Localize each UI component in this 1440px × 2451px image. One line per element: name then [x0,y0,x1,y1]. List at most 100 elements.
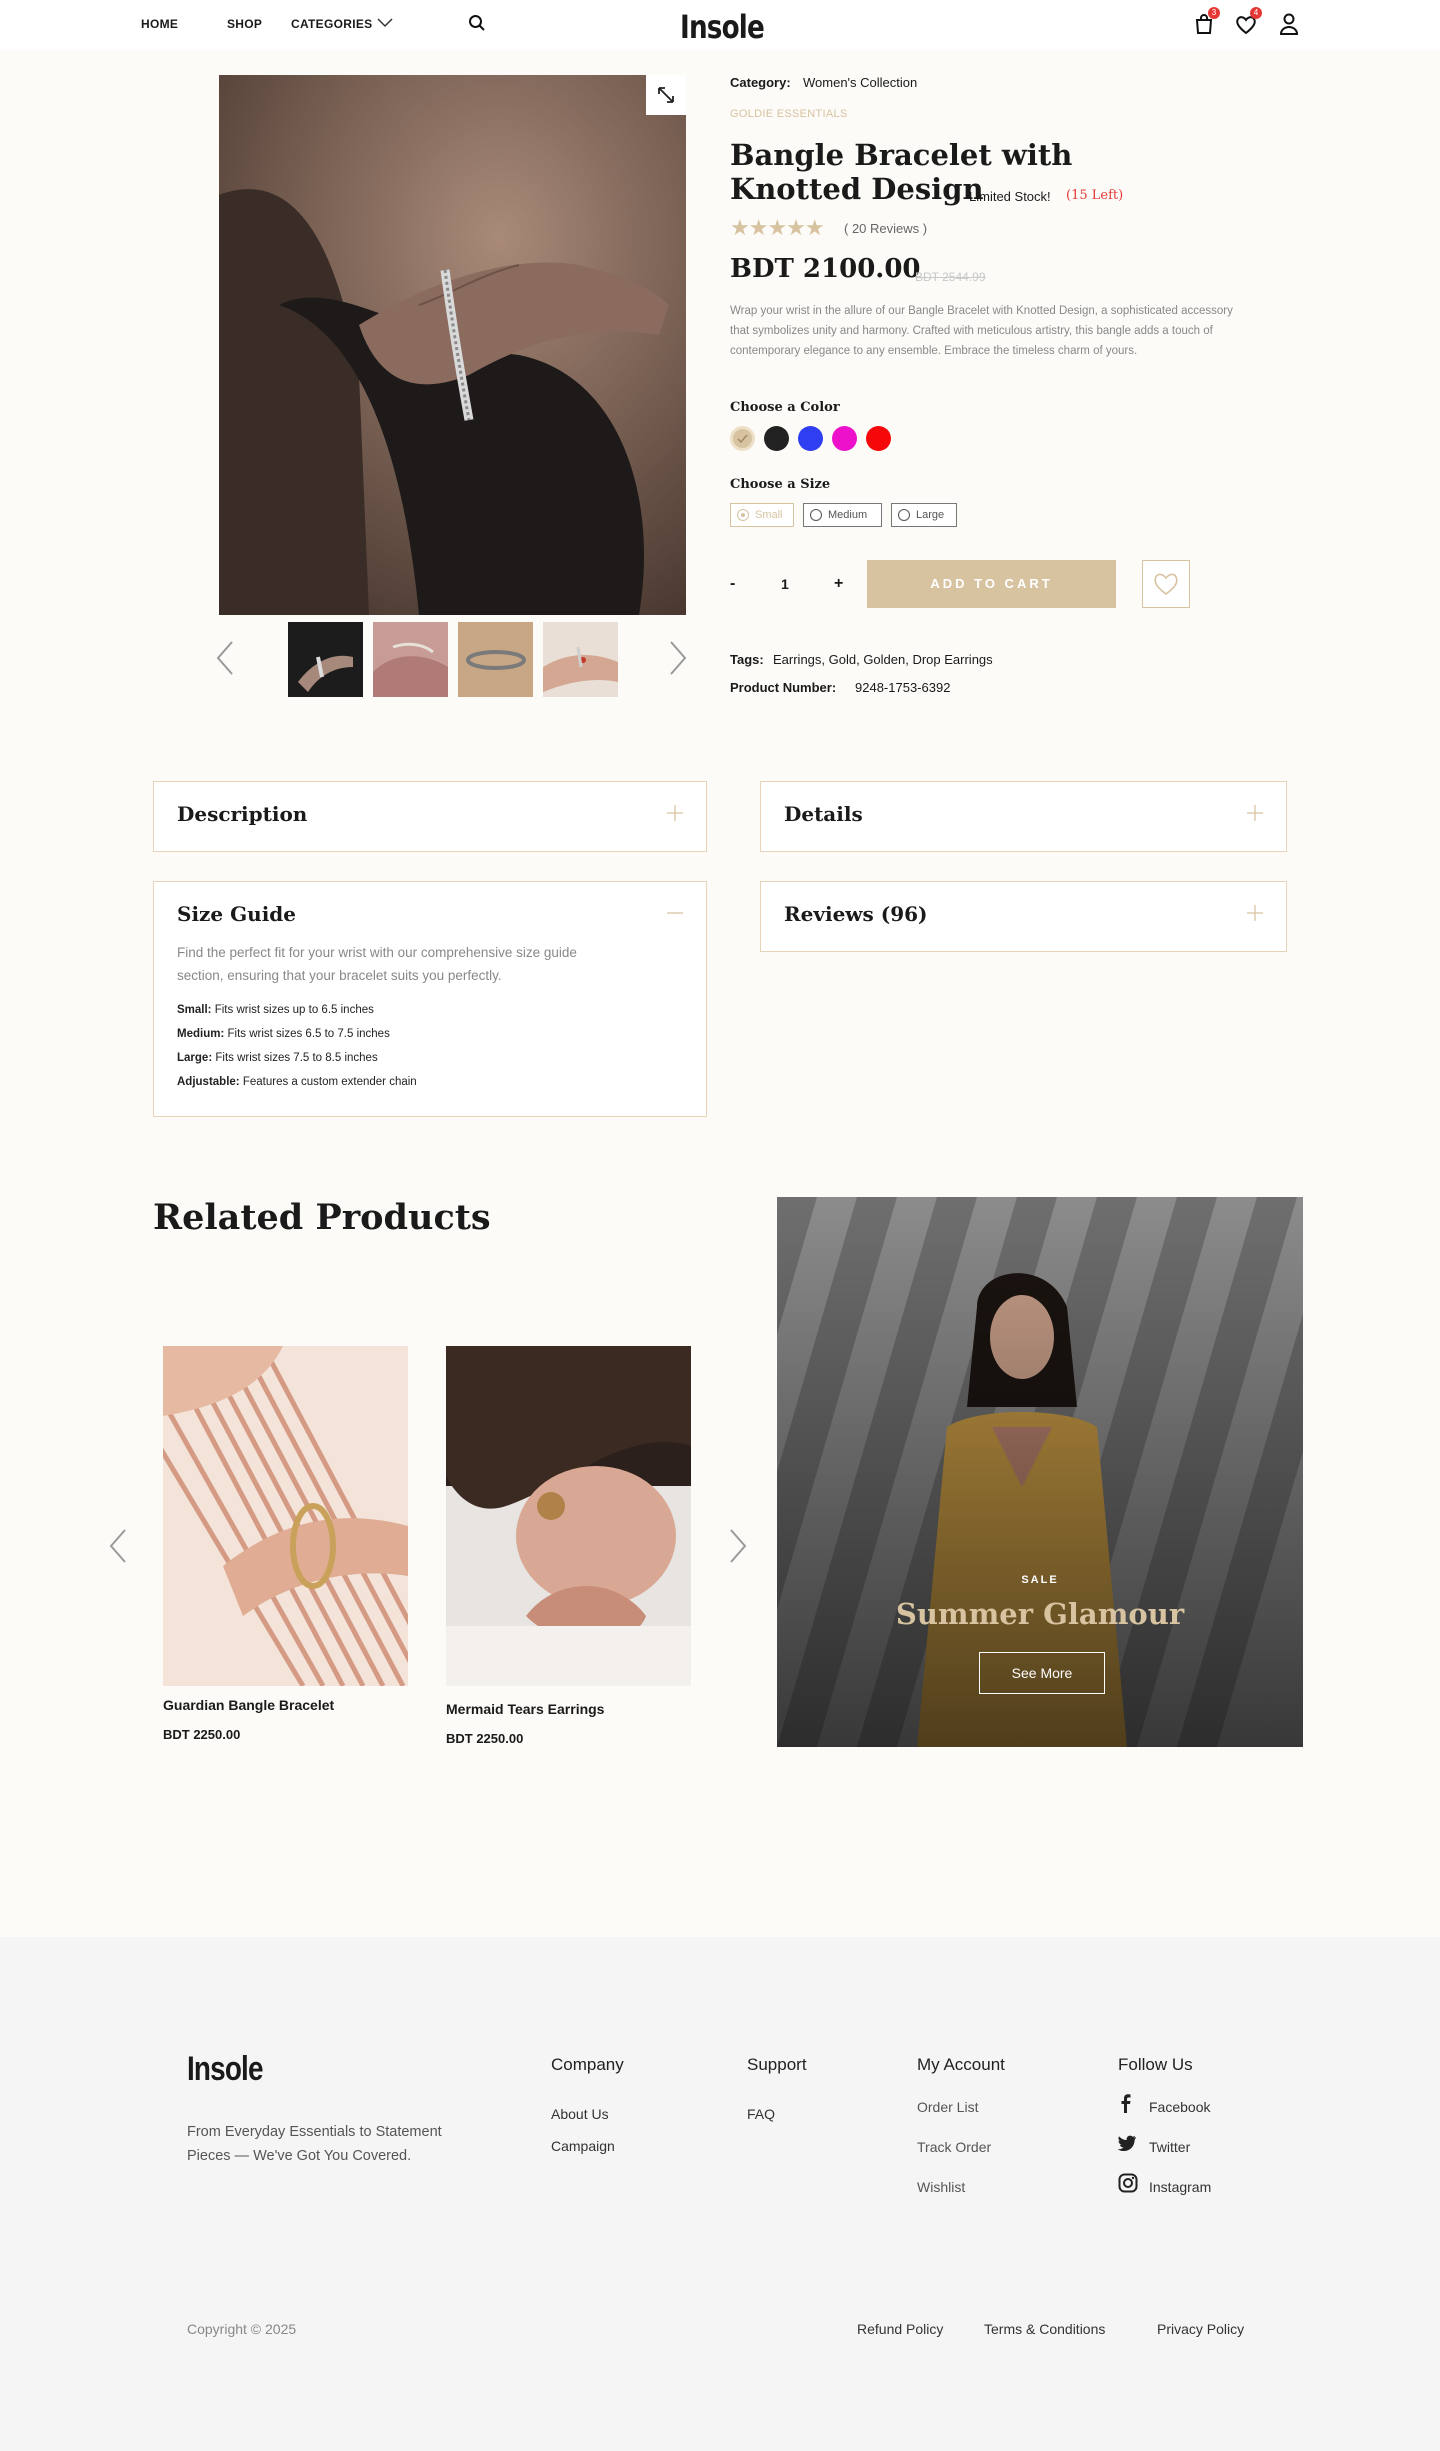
nav-home[interactable]: HOME [141,17,178,31]
facebook-icon[interactable] [1118,2093,1134,2113]
size-guide-item: Adjustable: Features a custom extender c… [177,1076,417,1088]
color-swatch-1[interactable] [730,426,755,451]
footer-link-refund-policy[interactable]: Refund Policy [857,2321,943,2337]
size-guide-item-label: Large: [177,1052,213,1064]
size-guide-item: Small: Fits wrist sizes up to 6.5 inches [177,1004,374,1016]
quantity-decrease-button[interactable]: - [730,575,735,593]
quantity-increase-button[interactable]: + [834,575,843,593]
accordion-description[interactable]: Description [153,781,707,852]
stock-label: Limited Stock! [969,189,1051,204]
search-icon[interactable] [468,14,486,32]
site-logo[interactable]: Insole [680,8,765,46]
footer-link-facebook[interactable]: Facebook [1149,2099,1210,2115]
thumbnail-2[interactable] [373,622,448,697]
collection-label[interactable]: GOLDIE ESSENTIALS [730,108,848,120]
radio-selected-icon [737,509,749,521]
thumbnail-1[interactable] [288,622,363,697]
product-description: Wrap your wrist in the allure of our Ban… [730,305,1233,357]
expand-image-button[interactable] [646,75,686,115]
user-icon [1279,13,1299,35]
color-swatch-5[interactable] [866,426,891,451]
color-swatch-4[interactable] [832,426,857,451]
copyright: Copyright © 2025 [187,2321,297,2337]
size-option-small[interactable]: Small [730,503,794,527]
rating-stars: ★★★★★ [730,215,825,240]
category-value[interactable]: Women's Collection [803,75,917,90]
footer-link-about[interactable]: About Us [551,2106,609,2122]
quantity-value[interactable]: 1 [781,576,789,592]
footer-link-privacy-policy[interactable]: Privacy Policy [1157,2321,1244,2337]
wishlist-button[interactable]: 4 [1233,7,1262,37]
size-guide-intro: Find the perfect fit for your wrist with… [177,945,577,983]
size-guide-item: Large: Fits wrist sizes 7.5 to 8.5 inche… [177,1052,378,1064]
site-footer: Insole From Everyday Essentials to State… [0,1937,1440,2451]
account-button[interactable] [1276,11,1302,37]
size-guide-item-text: Fits wrist sizes 7.5 to 8.5 inches [215,1052,378,1064]
add-to-cart-button[interactable]: ADD TO CART [867,560,1116,608]
footer-link-twitter[interactable]: Twitter [1149,2139,1190,2155]
product-card-name[interactable]: Guardian Bangle Bracelet [163,1697,334,1713]
cart-count-badge: 3 [1208,7,1220,19]
reviews-count[interactable]: ( 20 Reviews ) [844,221,927,236]
product-title-line1: Bangle Bracelet with [730,138,1073,172]
footer-link-instagram[interactable]: Instagram [1149,2179,1211,2195]
accordion-title: Description [177,802,308,826]
product-card-price: BDT 2250.00 [446,1731,524,1746]
size-option-large[interactable]: Large [891,503,957,527]
footer-link-faq[interactable]: FAQ [747,2106,775,2122]
twitter-icon[interactable] [1117,2134,1137,2152]
thumbnail-4[interactable] [543,622,618,697]
color-swatch-2[interactable] [764,426,789,451]
product-number-value: 9248-1753-6392 [855,680,951,695]
chevron-down-icon[interactable] [377,18,393,28]
footer-link-track-order[interactable]: Track Order [917,2139,991,2155]
footer-tagline-line1: From Everyday Essentials to Statement [187,2124,442,2140]
size-guide-item-text: Features a custom extender chain [242,1076,417,1088]
footer-tagline: From Everyday Essentials to Statement Pi… [187,2120,442,2168]
color-label: Choose a Color [730,400,840,415]
product-card-name[interactable]: Mermaid Tears Earrings [446,1701,604,1717]
product-main-image[interactable] [219,75,686,615]
tags-value[interactable]: Earrings, Gold, Golden, Drop Earrings [773,652,993,667]
accordion-size-guide[interactable]: Size Guide Find the perfect fit for your… [153,881,707,1117]
nav-shop[interactable]: SHOP [227,17,262,31]
size-option-medium[interactable]: Medium [803,503,882,527]
next-image-arrow[interactable] [668,640,688,676]
product-card-image[interactable] [446,1346,691,1686]
sale-banner[interactable]: SALE Summer Glamour See More [777,1197,1303,1747]
nav-categories[interactable]: CATEGORIES [291,17,372,31]
size-option-label: Large [916,509,945,521]
expand-icon [658,87,674,103]
footer-link-campaign[interactable]: Campaign [551,2138,615,2154]
wishlist-count-badge: 4 [1250,7,1262,19]
product-card-image[interactable] [163,1346,408,1686]
color-swatch-3[interactable] [798,426,823,451]
footer-link-terms[interactable]: Terms & Conditions [984,2321,1105,2337]
footer-link-wishlist[interactable]: Wishlist [917,2179,965,2195]
thumbnail-3[interactable] [458,622,533,697]
category-label: Category: [730,75,791,90]
add-to-wishlist-button[interactable] [1142,560,1190,608]
next-products-arrow[interactable] [728,1528,748,1564]
footer-support-title: Support [747,2055,807,2074]
minus-icon [667,912,683,914]
prev-image-arrow[interactable] [215,640,235,676]
heart-icon [1154,573,1178,595]
product-price: BDT 2100.00 [730,254,921,284]
size-guide-item-label: Medium: [177,1028,225,1040]
instagram-icon[interactable] [1118,2173,1138,2193]
footer-link-order-list[interactable]: Order List [917,2099,978,2115]
accordion-reviews[interactable]: Reviews (96) [760,881,1287,952]
size-guide-item-text: Fits wrist sizes 6.5 to 7.5 inches [227,1028,390,1040]
size-guide-item-label: Adjustable: [177,1076,240,1088]
accordion-details[interactable]: Details [760,781,1287,852]
plus-icon [1247,805,1263,821]
footer-logo[interactable]: Insole [187,2050,263,2089]
size-guide-item-label: Small: [177,1004,212,1016]
site-header: HOME SHOP CATEGORIES Insole 3 4 [0,0,1440,50]
size-option-label: Small [755,509,783,521]
see-more-button[interactable]: See More [979,1652,1105,1694]
accordion-title: Size Guide [177,902,297,926]
cart-button[interactable]: 3 [1191,7,1220,37]
prev-products-arrow[interactable] [108,1528,128,1564]
